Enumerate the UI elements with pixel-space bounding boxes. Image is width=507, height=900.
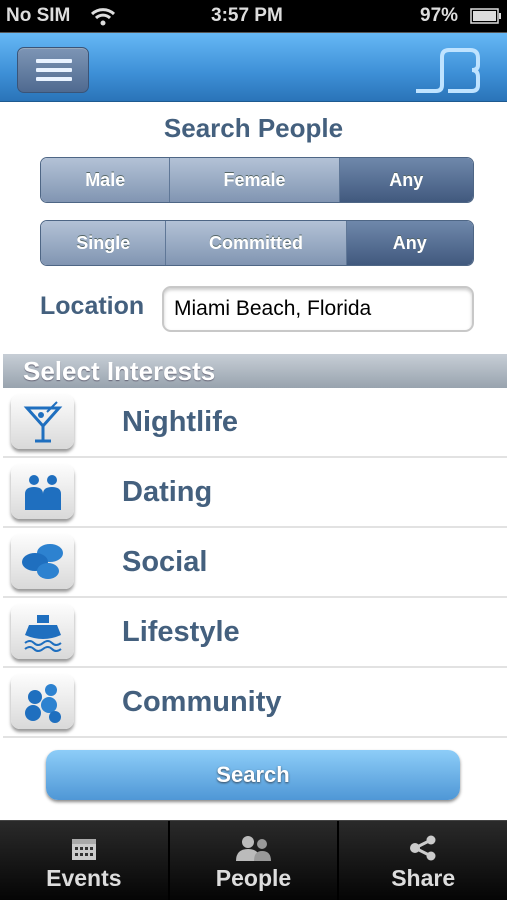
cocktail-icon: [23, 400, 62, 442]
interest-label: Community: [122, 686, 282, 718]
section-header: Select Interests: [3, 354, 507, 388]
wifi-icon: [90, 8, 116, 26]
cruise-ship-icon: [23, 614, 62, 652]
tab-people[interactable]: People: [169, 821, 340, 900]
nav-bar: [0, 32, 507, 102]
location-label: Location: [40, 292, 145, 320]
interest-community[interactable]: Community: [3, 668, 507, 738]
tab-events[interactable]: Events: [0, 821, 170, 900]
group-icon: [24, 683, 61, 723]
interest-dating[interactable]: Dating: [3, 458, 507, 528]
page-title: Search People: [163, 113, 344, 143]
battery-icon: [470, 8, 501, 24]
segment-single[interactable]: Single: [41, 221, 167, 265]
tab-label: Events: [46, 865, 122, 891]
people-icon: [235, 836, 271, 861]
segment-any-gender[interactable]: Any: [339, 158, 473, 202]
menu-button[interactable]: [17, 47, 89, 93]
location-input[interactable]: [162, 286, 474, 332]
interest-label: Nightlife: [122, 406, 238, 438]
segment-any-relationship[interactable]: Any: [346, 221, 473, 265]
share-icon: [410, 835, 436, 861]
chat-bubbles-icon: [21, 543, 63, 579]
interest-label: Dating: [122, 476, 213, 508]
tab-label: Share: [391, 865, 456, 891]
app-logo: [416, 48, 480, 93]
segment-male[interactable]: Male: [41, 158, 171, 202]
tab-bar: Events People Share: [0, 820, 507, 900]
clock: 3:57 PM: [211, 5, 283, 26]
segment-committed[interactable]: Committed: [166, 221, 347, 265]
interest-label: Social: [122, 546, 208, 578]
interest-nightlife[interactable]: Nightlife: [3, 388, 507, 458]
couple-icon: [24, 474, 61, 510]
interest-label: Lifestyle: [122, 616, 240, 648]
search-button[interactable]: Search: [46, 750, 460, 800]
calendar-icon: [71, 839, 96, 860]
segment-female[interactable]: Female: [170, 158, 340, 202]
tab-label: People: [215, 865, 292, 891]
gender-segmented-control: Male Female Any: [40, 157, 474, 203]
relationship-segmented-control: Single Committed Any: [40, 220, 474, 266]
interest-lifestyle[interactable]: Lifestyle: [3, 598, 507, 668]
carrier: No SIM: [6, 5, 71, 26]
battery-percent: 97%: [420, 5, 459, 26]
status-bar: No SIM 3:57 PM 97%: [0, 0, 507, 32]
interest-social[interactable]: Social: [3, 528, 507, 598]
tab-share[interactable]: Share: [339, 821, 507, 900]
